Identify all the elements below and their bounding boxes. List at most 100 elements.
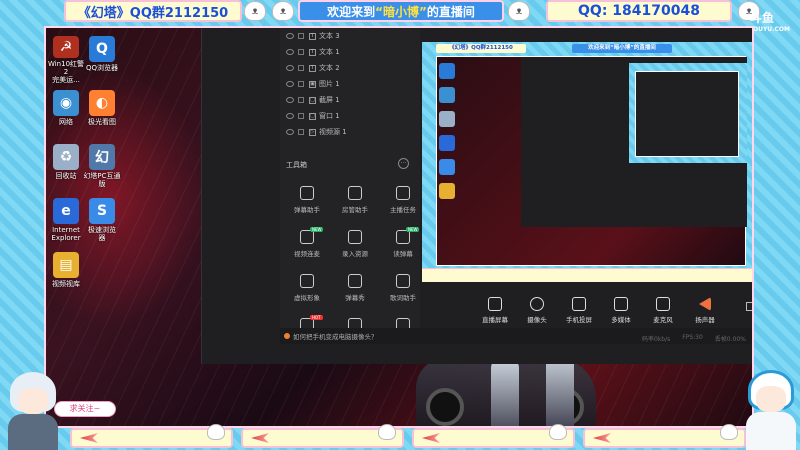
layer-item[interactable]: ▣ 图片 1 — [280, 76, 420, 92]
layer-type-icon: ▣ — [309, 80, 316, 88]
control-camera[interactable]: 摄像头 — [516, 296, 558, 324]
toolbox-item[interactable]: 弹幕秀 — [332, 274, 378, 310]
tool-icon — [396, 186, 410, 200]
lock-icon[interactable] — [298, 49, 304, 55]
stream-preview[interactable]: 《幻塔》QQ群2112150 欢迎来到“暗小博”的直播间 — [422, 42, 752, 282]
toolbox-more-button[interactable]: ··· — [398, 158, 409, 169]
layer-type-icon: T — [309, 64, 316, 72]
paper-plane-icon — [593, 433, 611, 443]
desktop-icon[interactable]: 幻幻塔PC互通 版 — [82, 144, 122, 192]
desktop-icon[interactable]: Q QQ浏览器 — [82, 36, 122, 84]
visibility-eye-icon[interactable] — [286, 81, 294, 87]
control-microphone[interactable]: 麦克风 — [642, 296, 684, 324]
control-label: 扬声器 — [695, 315, 715, 324]
desktop-icon[interactable]: ♻ 回收站 — [46, 144, 86, 192]
paper-plane-icon — [80, 433, 98, 443]
control-media[interactable]: 多媒体 — [600, 296, 642, 324]
lock-icon[interactable] — [298, 97, 304, 103]
layer-item[interactable]: ▷ 视频源 1 — [280, 124, 420, 140]
preview-bottom-strip — [422, 268, 752, 282]
phone-cast-icon — [572, 296, 586, 311]
visibility-eye-icon[interactable] — [286, 113, 294, 119]
layer-item[interactable]: ▢ 窗口 1 — [280, 108, 420, 124]
control-label: 直播屏幕 — [482, 315, 508, 324]
lock-icon[interactable] — [298, 129, 304, 135]
preview-nested-preview — [629, 63, 747, 163]
layer-item[interactable]: T 文本 2 — [280, 60, 420, 76]
desktop-icon-label: 网络 — [59, 118, 73, 126]
tool-label: 歌词助手 — [390, 294, 416, 302]
lock-icon[interactable] — [298, 81, 304, 87]
tower-of-fantasy-icon: 幻 — [89, 144, 115, 170]
lock-icon[interactable] — [298, 65, 304, 71]
image-viewer-icon: ◐ — [89, 90, 115, 116]
tool-icon — [348, 186, 362, 200]
bottom-decor-strip — [70, 424, 746, 448]
follow-request-text: 求关注~ — [69, 404, 101, 413]
tool-label: 房管助手 — [342, 206, 368, 214]
layer-type-icon: ▢ — [309, 112, 316, 120]
status-item: FPS:30 — [682, 334, 703, 341]
tool-label: 主播任务 — [390, 206, 416, 214]
qq-contact-banner: QQ: 184170048 — [546, 0, 732, 22]
tool-icon — [348, 274, 362, 288]
desktop-icon-label: 极速浏览 器 — [88, 226, 116, 242]
qq-group-banner: 《幻塔》QQ群2112150 — [64, 0, 242, 22]
layer-item[interactable]: ▢ 截屏 1 — [280, 92, 420, 108]
layer-item[interactable]: T 文本 3 — [280, 28, 420, 44]
visibility-eye-icon[interactable] — [286, 33, 294, 39]
visibility-eye-icon[interactable] — [286, 129, 294, 135]
visibility-eye-icon[interactable] — [286, 65, 294, 71]
tool-label: 虚拟形象 — [294, 294, 320, 302]
layer-name: 窗口 1 — [319, 112, 340, 120]
desktop-icon[interactable]: ☭ Win10红警2 完美运... — [46, 36, 86, 84]
toolbox-item[interactable]: 歌词助手 — [380, 274, 426, 310]
control-speaker[interactable]: 扬声器 — [684, 296, 726, 324]
tool-badge: NEW — [310, 227, 324, 232]
desktop-icon[interactable]: S 极速浏览 器 — [82, 198, 122, 246]
control-phone-cast[interactable]: 手机投屏 — [558, 296, 600, 324]
preview-nested-app — [635, 71, 739, 157]
toolbox-item[interactable]: NEW 读弹幕 — [380, 227, 426, 266]
toolbox-item[interactable]: 虚拟形象 — [284, 274, 330, 310]
desktop-icon[interactable]: e Internet Explorer — [46, 198, 86, 246]
toolbox-item[interactable]: NEW 视频连麦 — [284, 227, 330, 266]
lock-icon[interactable] — [298, 113, 304, 119]
cat-mascot-icon — [207, 424, 225, 440]
desktop-icon-label: 回收站 — [55, 172, 77, 180]
control-screen-share[interactable]: 直播屏幕 — [474, 296, 516, 324]
microphone-icon — [656, 296, 670, 311]
paper-plane-icon — [251, 433, 269, 443]
brand-text: 斗鱼 — [749, 11, 774, 25]
expand-panel-button[interactable] — [746, 302, 752, 311]
desktop-icon[interactable]: ▤ 视频视库 — [46, 252, 86, 300]
tool-icon: NEW — [300, 227, 324, 244]
toolbox-item[interactable]: 房管助手 — [332, 186, 378, 222]
toolbox-item[interactable]: 主播任务 — [380, 186, 426, 222]
preview-banner-mid-prefix: 欢迎来到 — [588, 45, 611, 51]
desktop-icon[interactable]: ◉ 网络 — [46, 90, 86, 138]
layer-name: 截屏 1 — [319, 96, 340, 104]
control-label: 麦克风 — [653, 315, 673, 324]
toolbox-item[interactable]: 录入资源 — [332, 230, 378, 266]
qq-contact-text: QQ: 184170048 — [578, 3, 700, 19]
layer-item[interactable]: T 文本 1 — [280, 44, 420, 60]
lock-icon[interactable] — [298, 33, 304, 39]
desktop-icon-label: Internet Explorer — [51, 226, 81, 242]
layer-name: 文本 3 — [319, 32, 340, 40]
tool-icon — [300, 274, 314, 288]
toolbox-item[interactable]: 弹幕助手 — [284, 186, 330, 222]
desktop-icon-label: 视频视库 — [52, 280, 80, 288]
cat-mascot-icon — [378, 424, 396, 440]
visibility-eye-icon[interactable] — [286, 49, 294, 55]
status-item: 丢帧0.00% — [714, 336, 746, 343]
camera-icon — [530, 296, 544, 311]
source-controls: 直播屏幕 摄像头 手机投屏 多媒体 麦克风 扬声器 — [422, 290, 752, 330]
visibility-eye-icon[interactable] — [286, 97, 294, 103]
decor-segment — [412, 424, 575, 448]
preview-app-window — [521, 57, 747, 227]
layer-type-icon: ▷ — [309, 128, 316, 136]
tool-label: 弹幕助手 — [294, 206, 320, 214]
desktop-icon[interactable]: ◐ 极光看图 — [82, 90, 122, 138]
avatar-body — [8, 414, 58, 450]
